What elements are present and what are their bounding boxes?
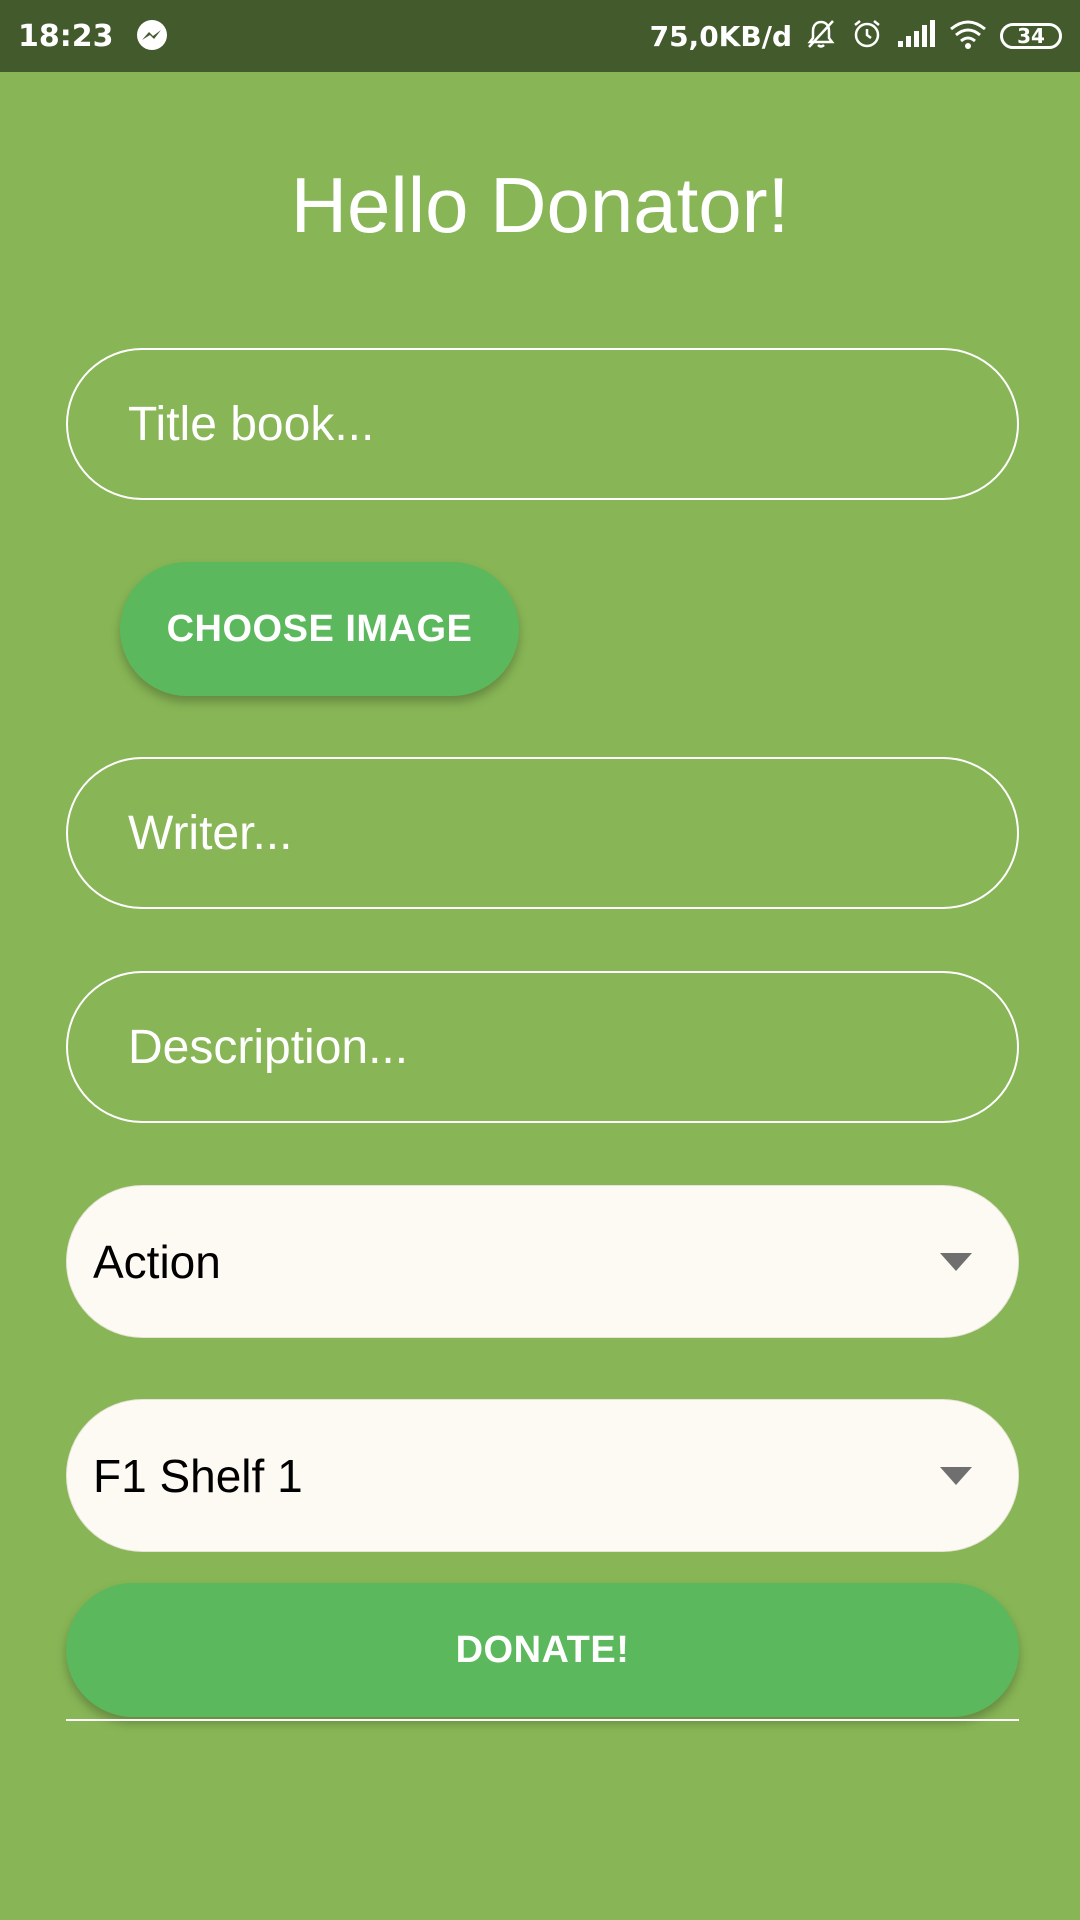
page-title: Hello Donator! — [290, 161, 790, 249]
alarm-icon — [850, 17, 884, 56]
network-speed: 75,0KB/d — [649, 19, 792, 53]
status-bar: 18:23 75,0KB/d 34 — [0, 0, 1080, 72]
mute-icon — [804, 17, 838, 56]
dropdown-arrow-icon — [940, 1252, 972, 1271]
shelf-selected-value: F1 Shelf 1 — [93, 1449, 303, 1502]
wifi-icon — [948, 18, 988, 55]
battery-level: 34 — [1017, 24, 1045, 48]
genre-selected-value: Action — [93, 1235, 221, 1288]
status-indicators: 75,0KB/d 34 — [650, 17, 1062, 56]
writer-input[interactable] — [66, 757, 1019, 909]
messenger-icon — [134, 18, 170, 54]
shelf-select[interactable]: F1 Shelf 1 — [66, 1399, 1019, 1552]
genre-select[interactable]: Action — [66, 1185, 1019, 1338]
battery-icon: 34 — [1000, 23, 1062, 49]
title-book-input[interactable] — [66, 348, 1019, 500]
donate-button[interactable]: DONATE! — [66, 1583, 1019, 1717]
description-input[interactable] — [66, 971, 1019, 1123]
divider — [66, 1719, 1019, 1721]
status-time: 18:23 — [18, 18, 114, 54]
dropdown-arrow-icon — [940, 1466, 972, 1485]
choose-image-button[interactable]: CHOOSE IMAGE — [120, 562, 519, 696]
signal-icon — [896, 19, 936, 54]
